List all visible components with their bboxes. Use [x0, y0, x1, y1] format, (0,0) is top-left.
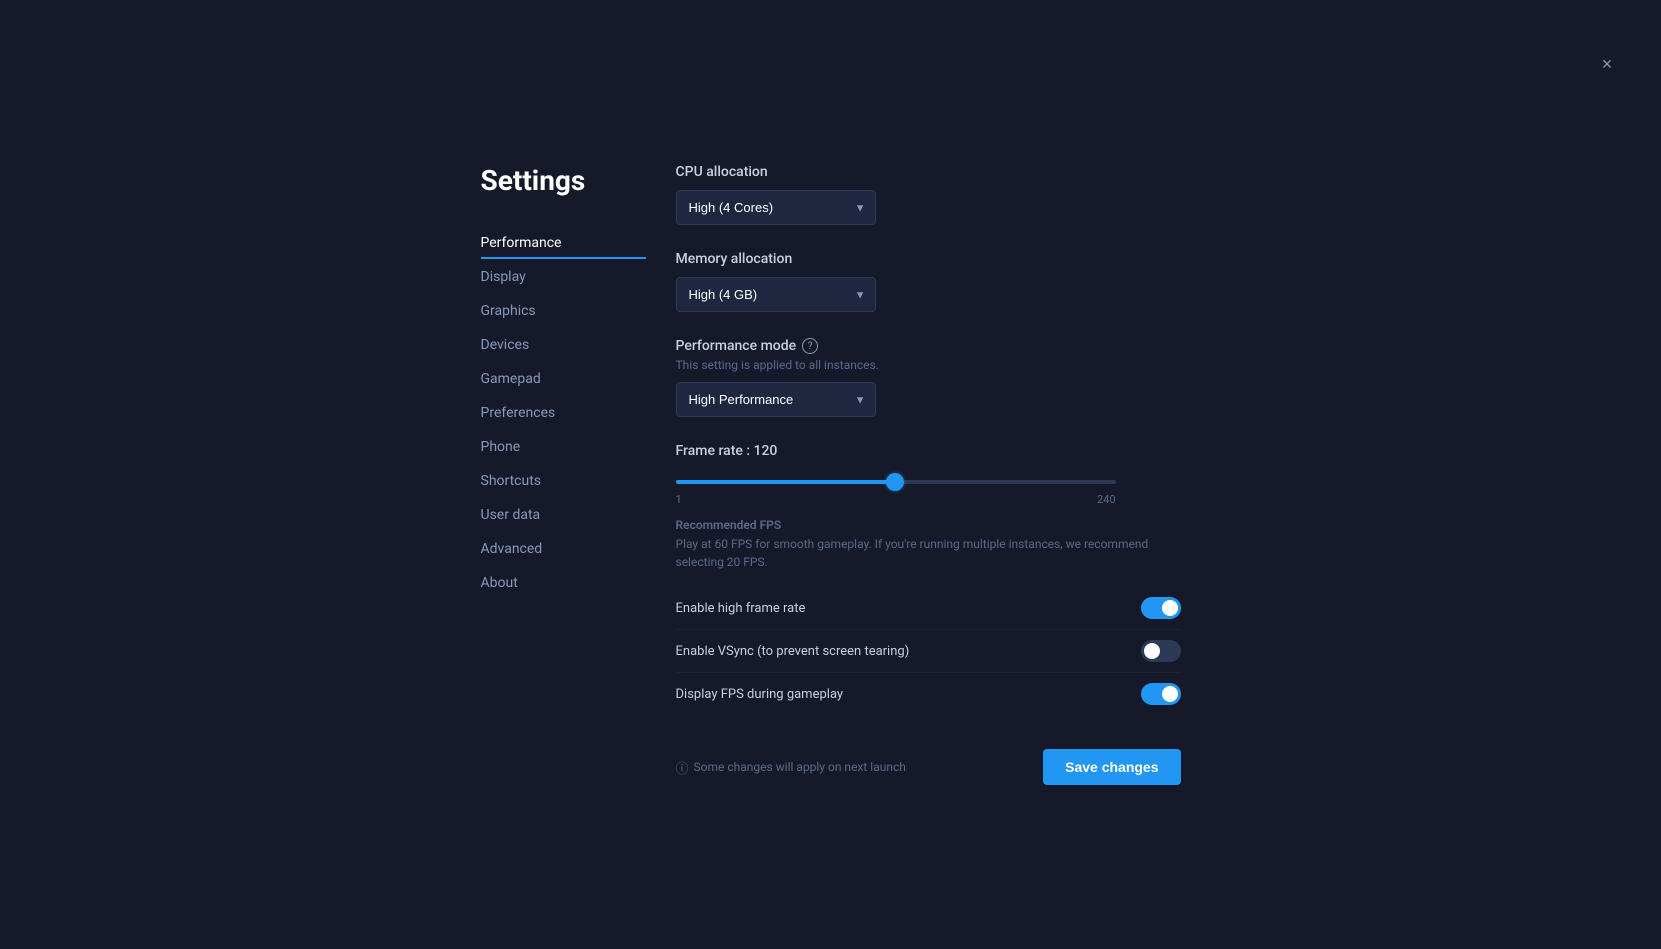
info-icon: ⓘ	[676, 758, 689, 777]
performance-mode-label: Performance mode	[676, 338, 797, 354]
toggle-label-display-fps: Display FPS during gameplay	[676, 687, 844, 702]
memory-allocation-select[interactable]: Low (1 GB)Medium (2 GB)High (4 GB)Ultra …	[676, 277, 876, 312]
toggles-section: Enable high frame rate Enable VSync (to p…	[676, 587, 1181, 715]
toggle-label-vsync: Enable VSync (to prevent screen tearing)	[676, 644, 910, 659]
toggle-row-high-frame-rate: Enable high frame rate	[676, 587, 1181, 630]
page-title: Settings	[481, 164, 646, 197]
toggle-high-frame-rate[interactable]	[1141, 597, 1181, 619]
sidebar: Settings PerformanceDisplayGraphicsDevic…	[481, 164, 646, 785]
sidebar-item-gamepad[interactable]: Gamepad	[481, 363, 646, 395]
performance-mode-wrapper: BalancedHigh PerformancePower Saver ▼	[676, 382, 876, 417]
close-button[interactable]: ×	[1593, 50, 1621, 78]
save-changes-button[interactable]: Save changes	[1043, 749, 1180, 785]
frame-rate-label: Frame rate : 120	[676, 443, 1181, 459]
footer: ⓘ Some changes will apply on next launch…	[676, 739, 1181, 785]
fps-info: Recommended FPS Play at 60 FPS for smoot…	[676, 518, 1181, 571]
slider-max-label: 240	[1097, 493, 1116, 506]
slider-min-label: 1	[676, 493, 682, 506]
sidebar-item-shortcuts[interactable]: Shortcuts	[481, 465, 646, 497]
performance-mode-select[interactable]: BalancedHigh PerformancePower Saver	[676, 382, 876, 417]
frame-rate-section: Frame rate : 120 1 240	[676, 443, 1181, 506]
sidebar-nav: PerformanceDisplayGraphicsDevicesGamepad…	[481, 227, 646, 599]
close-icon: ×	[1602, 54, 1613, 75]
sidebar-item-advanced[interactable]: Advanced	[481, 533, 646, 565]
sidebar-item-about[interactable]: About	[481, 567, 646, 599]
sidebar-item-phone[interactable]: Phone	[481, 431, 646, 463]
cpu-allocation-select[interactable]: Low (1 Core)Medium (2 Cores)High (4 Core…	[676, 190, 876, 225]
sidebar-item-preferences[interactable]: Preferences	[481, 397, 646, 429]
performance-mode-note: This setting is applied to all instances…	[676, 358, 1181, 372]
cpu-allocation-label: CPU allocation	[676, 164, 1181, 180]
toggle-vsync[interactable]	[1141, 640, 1181, 662]
frame-rate-slider-container: 1 240	[676, 469, 1181, 506]
memory-allocation-section: Memory allocation Low (1 GB)Medium (2 GB…	[676, 251, 1181, 312]
sidebar-item-graphics[interactable]: Graphics	[481, 295, 646, 327]
sidebar-item-user-data[interactable]: User data	[481, 499, 646, 531]
sidebar-item-devices[interactable]: Devices	[481, 329, 646, 361]
toggle-display-fps[interactable]	[1141, 683, 1181, 705]
performance-mode-label-row: Performance mode ?	[676, 338, 1181, 354]
cpu-allocation-wrapper: Low (1 Core)Medium (2 Cores)High (4 Core…	[676, 190, 876, 225]
frame-rate-slider[interactable]	[676, 480, 1116, 484]
fps-info-title: Recommended FPS	[676, 518, 1181, 532]
performance-mode-section: Performance mode ? This setting is appli…	[676, 338, 1181, 417]
sidebar-item-display[interactable]: Display	[481, 261, 646, 293]
memory-allocation-label: Memory allocation	[676, 251, 1181, 267]
toggle-label-high-frame-rate: Enable high frame rate	[676, 601, 806, 616]
footer-note: ⓘ Some changes will apply on next launch	[676, 758, 906, 777]
toggle-row-display-fps: Display FPS during gameplay	[676, 673, 1181, 715]
fps-info-text: Play at 60 FPS for smooth gameplay. If y…	[676, 535, 1181, 571]
settings-content: CPU allocation Low (1 Core)Medium (2 Cor…	[646, 164, 1181, 785]
sidebar-item-performance[interactable]: Performance	[481, 227, 646, 259]
toggle-row-vsync: Enable VSync (to prevent screen tearing)	[676, 630, 1181, 673]
footer-note-text: Some changes will apply on next launch	[694, 760, 906, 774]
memory-allocation-wrapper: Low (1 GB)Medium (2 GB)High (4 GB)Ultra …	[676, 277, 876, 312]
help-icon[interactable]: ?	[802, 338, 818, 354]
cpu-allocation-section: CPU allocation Low (1 Core)Medium (2 Cor…	[676, 164, 1181, 225]
